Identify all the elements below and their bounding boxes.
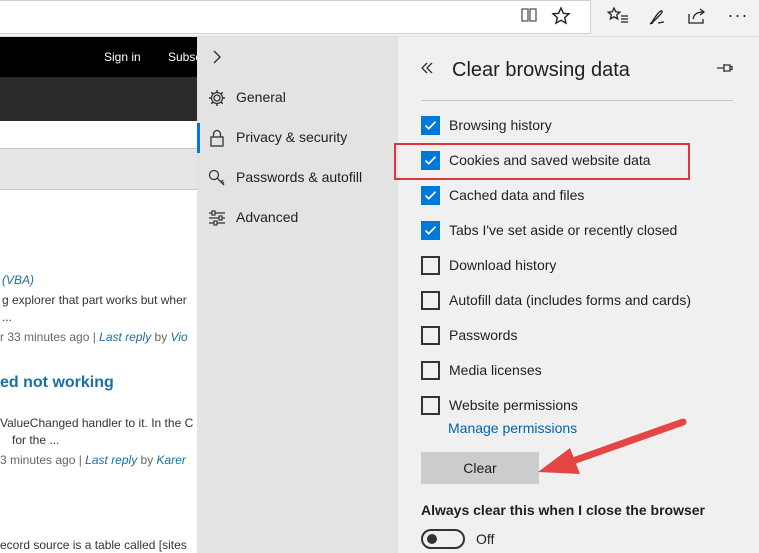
checkbox-unchecked[interactable]	[421, 361, 440, 380]
option-label: Autofill data (includes forms and cards)	[449, 292, 691, 308]
nav-item-label: Passwords & autofill	[236, 169, 363, 185]
checkbox-checked[interactable]	[421, 221, 440, 240]
user-link[interactable]: Karer	[157, 453, 186, 467]
more-options-icon[interactable]: ···	[727, 4, 749, 26]
nav-item-privacy-security[interactable]: Privacy & security	[197, 120, 398, 156]
thread-meta: 3 minutes ago | Last reply by Karer	[0, 453, 186, 467]
divider	[421, 100, 733, 101]
option-label: Cached data and files	[449, 187, 585, 203]
back-double-chevron-icon[interactable]	[420, 61, 434, 80]
always-clear-heading: Always clear this when I close the brows…	[421, 502, 705, 518]
user-link[interactable]: Vio	[171, 330, 188, 344]
share-icon[interactable]	[686, 6, 708, 28]
address-bar[interactable]	[0, 0, 591, 34]
nav-item-label: General	[236, 89, 286, 105]
thread-excerpt: ecord source is a table called [sites	[0, 538, 187, 552]
option-passwords[interactable]: Passwords	[421, 325, 741, 347]
option-media-licenses[interactable]: Media licenses	[421, 360, 741, 382]
nav-item-passwords-autofill[interactable]: Passwords & autofill	[197, 160, 398, 196]
option-label: Download history	[449, 257, 557, 273]
checkbox-checked[interactable]	[421, 186, 440, 205]
checkbox-unchecked[interactable]	[421, 396, 440, 415]
toggle-state-label: Off	[476, 531, 495, 547]
sliders-icon	[207, 208, 227, 228]
content-filter-bar	[0, 148, 200, 190]
checkbox-unchecked[interactable]	[421, 256, 440, 275]
checkbox-unchecked[interactable]	[421, 291, 440, 310]
browser-toolbar: ···	[0, 0, 759, 37]
option-tabs-set-aside[interactable]: Tabs I've set aside or recently closed	[421, 220, 741, 242]
thread-time: r 33 minutes ago |	[0, 330, 100, 344]
nav-item-advanced[interactable]: Advanced	[197, 200, 398, 236]
sign-in-link[interactable]: Sign in	[104, 50, 141, 64]
option-download-history[interactable]: Download history	[421, 255, 741, 277]
thread-meta: r 33 minutes ago | Last reply by Vio	[0, 330, 188, 344]
thread-time: 3 minutes ago |	[0, 453, 86, 467]
always-clear-toggle[interactable]	[421, 529, 465, 549]
last-reply-link[interactable]: Last reply	[85, 453, 137, 467]
option-autofill-data[interactable]: Autofill data (includes forms and cards)	[421, 290, 741, 312]
clear-browsing-data-panel: Clear browsing data Browsing history Coo…	[398, 37, 759, 553]
gear-icon	[207, 88, 227, 108]
thread-excerpt: ValueChanged handler to it. In the C	[0, 416, 194, 430]
annotation-arrow	[538, 418, 687, 474]
site-header: Sign in Subsc	[0, 37, 201, 77]
option-label: Browsing history	[449, 117, 552, 133]
checkbox-unchecked[interactable]	[421, 326, 440, 345]
by-text: by	[137, 453, 157, 467]
nav-item-label: Privacy & security	[236, 129, 348, 145]
reading-view-icon[interactable]	[518, 7, 540, 29]
lock-icon	[207, 128, 227, 148]
highlight-box	[394, 143, 690, 180]
thread-title[interactable]: ed not working	[0, 374, 114, 392]
option-label: Tabs I've set aside or recently closed	[449, 222, 678, 238]
thread-excerpt: g explorer that part works but wher	[2, 293, 187, 307]
option-label: Media licenses	[449, 362, 542, 378]
active-indicator	[197, 123, 200, 153]
option-browsing-history[interactable]: Browsing history	[421, 115, 741, 137]
nav-item-general[interactable]: General	[197, 80, 398, 116]
pen-notes-icon[interactable]	[646, 6, 668, 28]
key-icon	[207, 168, 227, 188]
nav-item-label: Advanced	[236, 209, 299, 225]
thread-excerpt: for the ...	[12, 433, 60, 447]
option-label: Passwords	[449, 327, 518, 343]
panel-title: Clear browsing data	[452, 59, 630, 81]
thread-excerpt: ...	[2, 310, 13, 324]
thread-tag[interactable]: (VBA)	[2, 273, 34, 287]
checkbox-checked[interactable]	[421, 116, 440, 135]
clear-button[interactable]: Clear	[421, 452, 539, 484]
pin-icon[interactable]	[716, 61, 734, 80]
option-cached-data[interactable]: Cached data and files	[421, 185, 741, 207]
last-reply-link[interactable]: Last reply	[99, 330, 151, 344]
by-text: by	[151, 330, 171, 344]
settings-nav-pane: General Privacy & security Passwords & a…	[197, 37, 398, 553]
collapse-chevron-icon[interactable]	[211, 49, 223, 70]
favorites-hub-icon[interactable]	[606, 6, 629, 28]
toggle-knob	[427, 534, 437, 544]
site-subheader	[0, 77, 200, 121]
favorite-star-icon[interactable]	[550, 6, 572, 28]
